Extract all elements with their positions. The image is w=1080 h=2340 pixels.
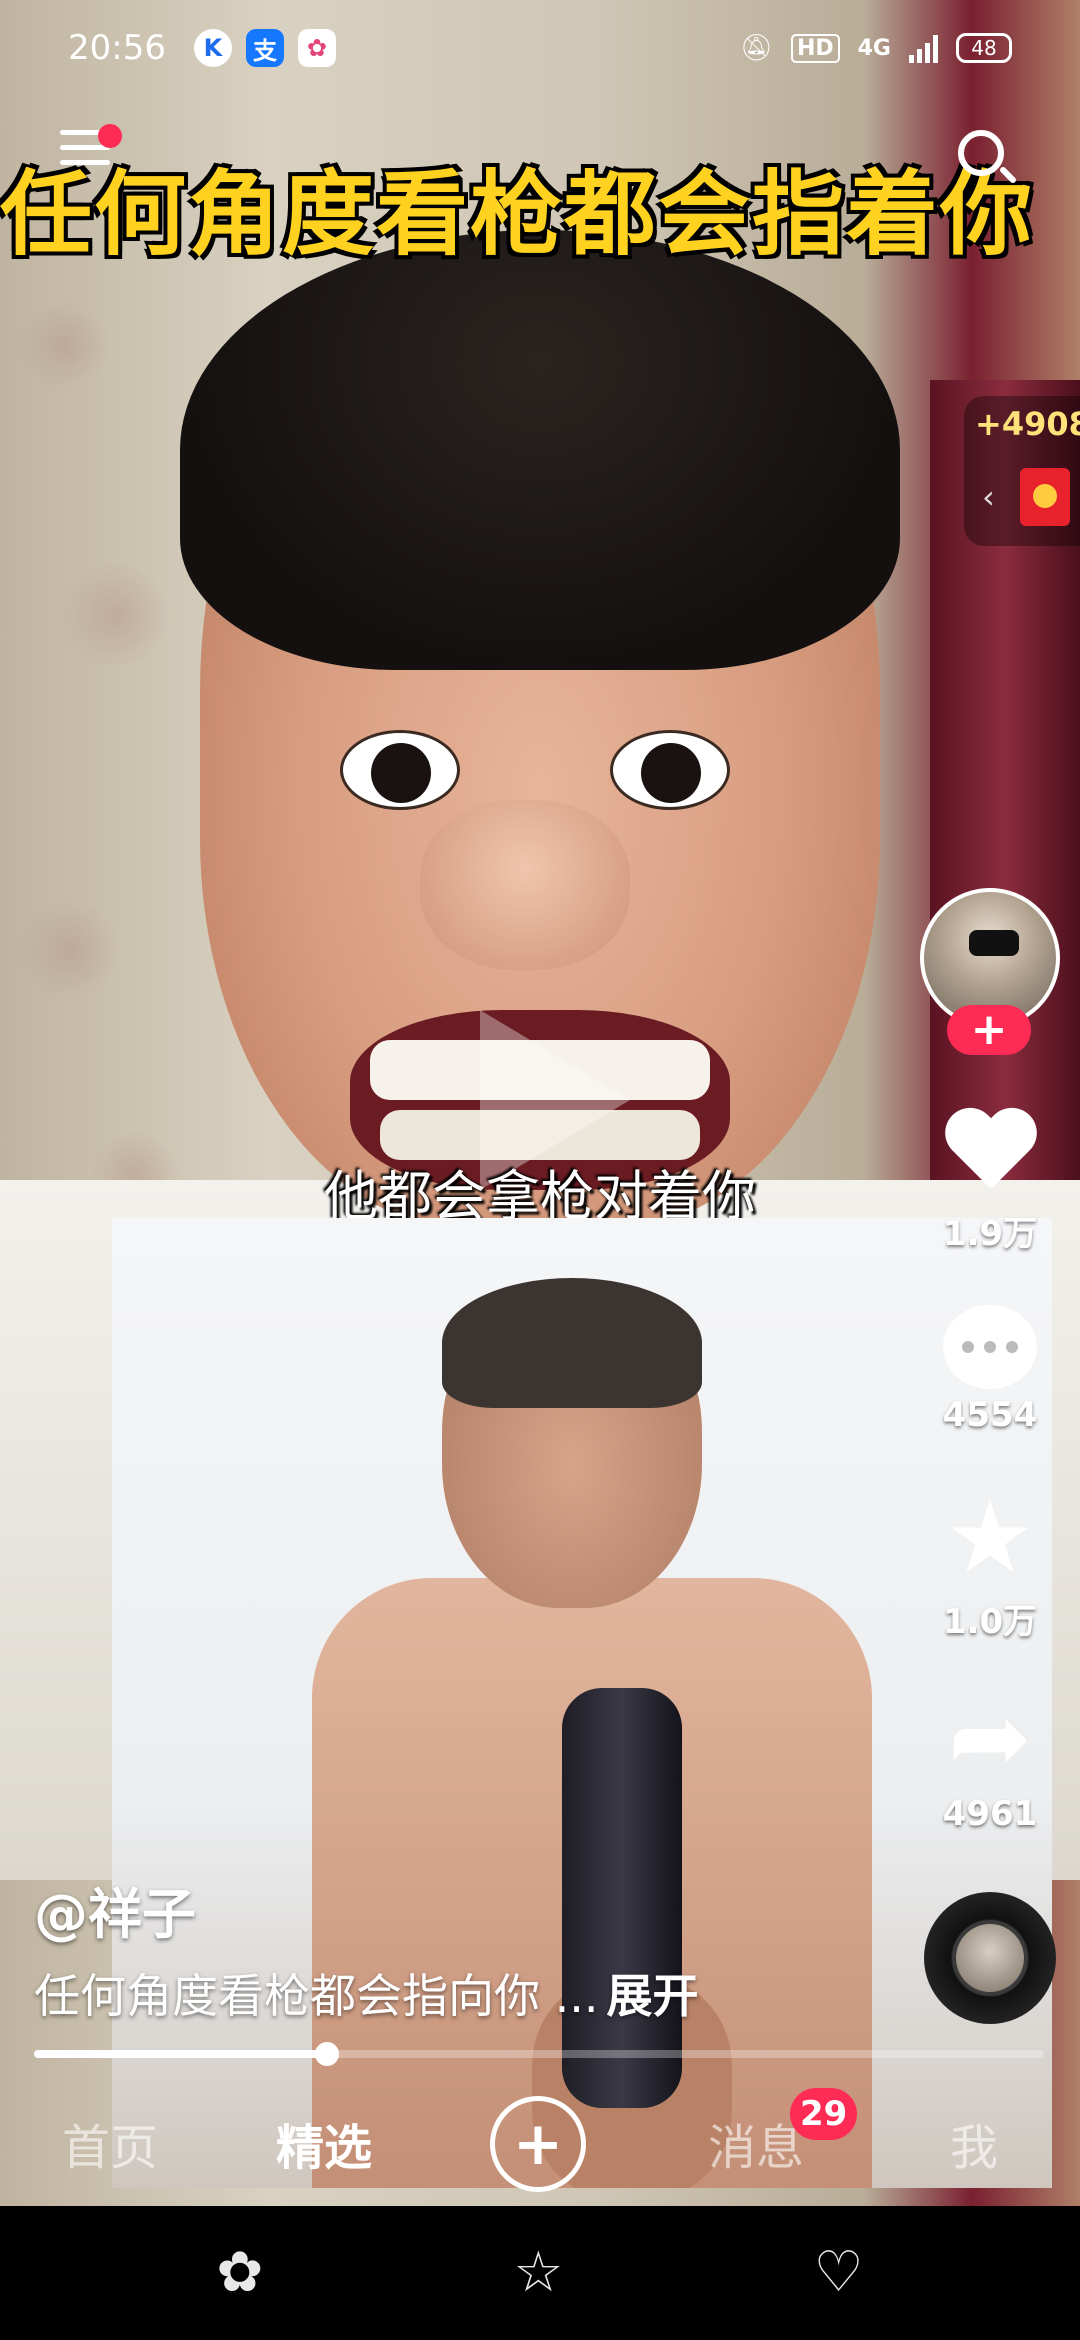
nose <box>420 800 630 970</box>
like-count: 1.9万 <box>942 1214 1038 1254</box>
alipay-icon: 支 <box>245 29 284 67</box>
flower-nav-icon[interactable]: ✿ <box>216 2245 263 2301</box>
progress-bar[interactable] <box>34 2042 1044 2066</box>
reward-count: +4908 <box>975 405 1080 443</box>
wallpaper-flower <box>20 900 120 1000</box>
battery-icon: 48 <box>956 33 1012 63</box>
star-nav-icon[interactable]: ☆ <box>513 2245 563 2301</box>
star-icon: ★ <box>945 1479 1035 1596</box>
search-icon[interactable] <box>958 130 1018 186</box>
share-button[interactable]: ➦ 4961 <box>930 1679 1050 1835</box>
music-disc[interactable] <box>924 1892 1056 2024</box>
expand-link[interactable]: 展开 <box>607 1969 699 2023</box>
wallpaper-flower <box>60 560 170 670</box>
create-button[interactable]: + <box>490 2096 586 2192</box>
pistol <box>562 1688 682 2108</box>
hair <box>180 230 900 670</box>
k-app-icon: K <box>193 29 232 67</box>
author-name[interactable]: @祥子 <box>34 1870 196 1949</box>
status-bar: 20:56 K 支 ✿ 🔕︎ HD 4G 48 <box>0 0 1080 96</box>
chevron-left-icon: ‹ <box>982 478 995 516</box>
left-eye <box>340 730 460 810</box>
battery-level: 48 <box>971 36 997 60</box>
clock: 20:56 <box>68 28 166 68</box>
favorite-count: 1.0万 <box>942 1602 1038 1642</box>
follow-button[interactable]: + <box>947 1005 1031 1055</box>
tab-featured[interactable]: 精选 <box>276 2108 372 2178</box>
system-navigation-bar: ✿ ☆ ♡ <box>0 2206 1080 2340</box>
network-type: 4G <box>857 35 891 61</box>
video-player[interactable]: 任何角度看枪都会指着你 他都会拿枪对着你 20:56 K 支 ✿ 🔕︎ HD 4… <box>0 0 1080 2206</box>
inset-video <box>112 1218 1052 2188</box>
tab-me[interactable]: 我 <box>950 2108 998 2178</box>
description-text: 任何角度看枪都会指向你 ... <box>34 1969 599 2023</box>
favorite-button[interactable]: ★ 1.0万 <box>930 1488 1050 1643</box>
progress-handle[interactable] <box>314 2042 339 2066</box>
share-icon: ➦ <box>948 1679 1032 1796</box>
progress-fill <box>34 2050 327 2058</box>
video-description: 任何角度看枪都会指向你 ... 展开 <box>34 1960 699 2026</box>
right-eye <box>610 730 730 810</box>
video-banner-text: 任何角度看枪都会指着你 <box>0 161 1035 268</box>
like-button[interactable]: 1.9万 <box>930 1110 1050 1255</box>
bottom-tab-bar: 首页 精选 + 消息 29 我 <box>0 2088 1080 2206</box>
red-packet-icon[interactable] <box>1020 468 1070 526</box>
share-count: 4961 <box>942 1794 1038 1834</box>
tab-home[interactable]: 首页 <box>62 2108 158 2178</box>
comment-button[interactable]: 4554 <box>930 1305 1050 1435</box>
wallpaper-flower <box>20 300 110 390</box>
comment-icon <box>943 1305 1037 1389</box>
heart-nav-icon[interactable]: ♡ <box>813 2245 863 2301</box>
hd-indicator: HD <box>790 33 840 63</box>
signal-icon <box>909 33 938 63</box>
comment-count: 4554 <box>942 1395 1038 1435</box>
palette-app-icon: ✿ <box>297 29 336 67</box>
mute-icon: 🔕︎ <box>739 33 773 63</box>
kid-hair <box>442 1278 702 1408</box>
notification-dot <box>98 124 122 148</box>
heart-icon <box>942 1110 1038 1200</box>
messages-badge: 29 <box>790 2088 858 2140</box>
